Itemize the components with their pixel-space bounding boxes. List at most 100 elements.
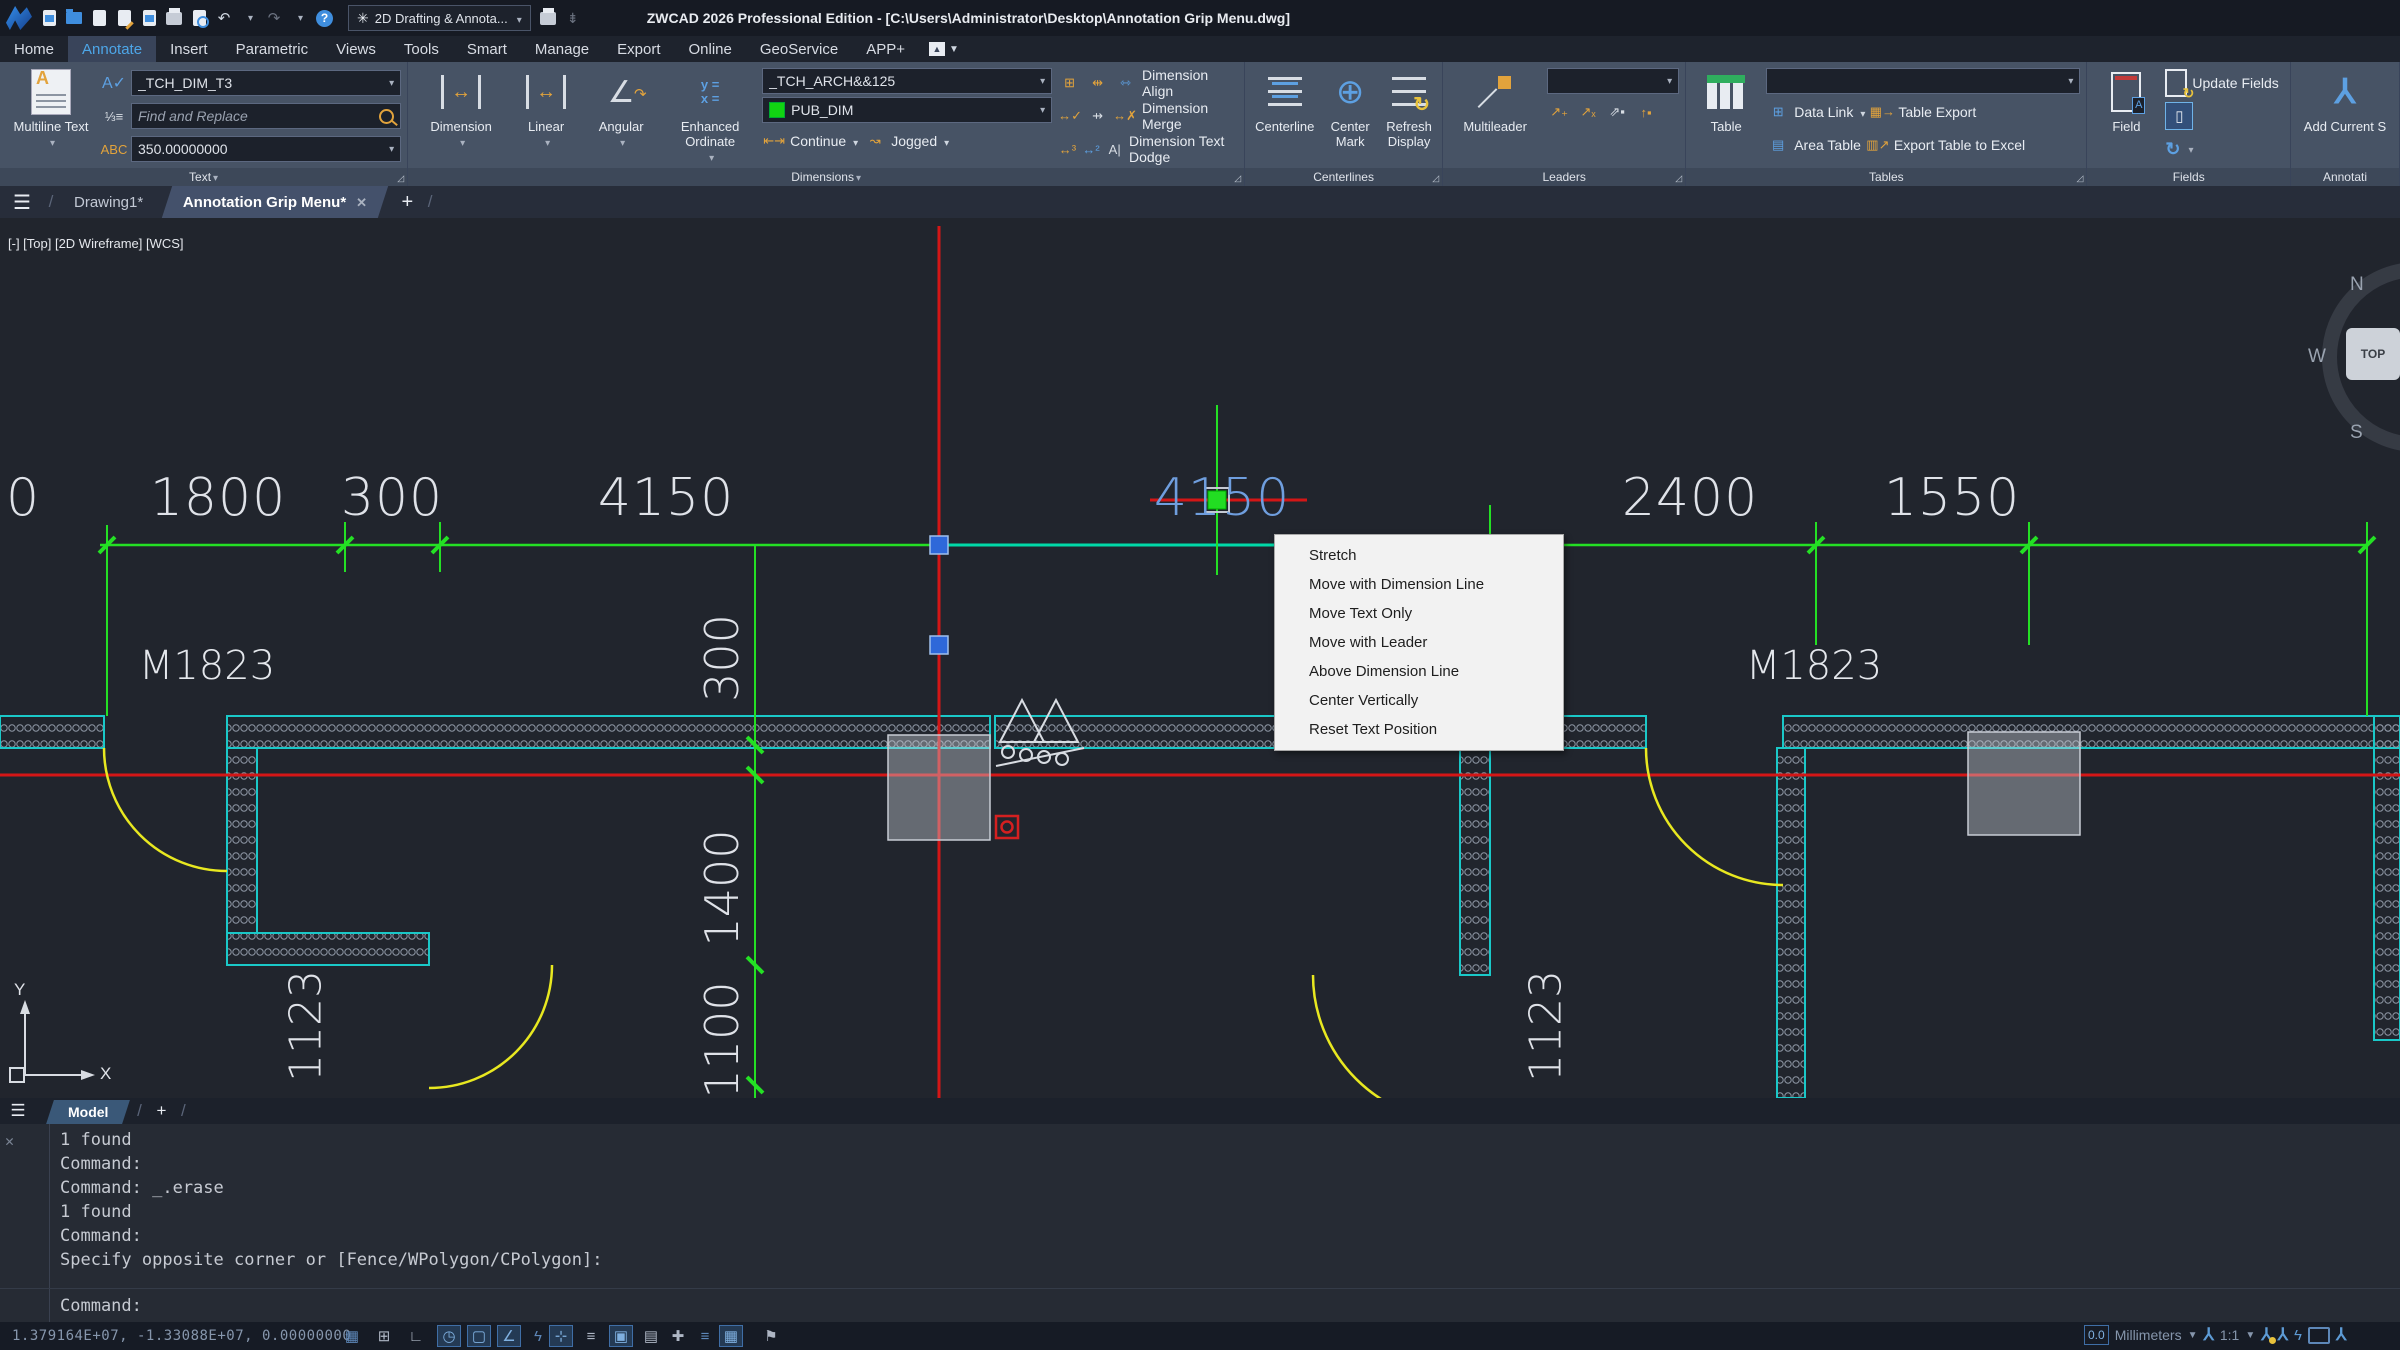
- area-table-button[interactable]: ▤Area Table: [1766, 132, 1861, 158]
- snap-grid-icon[interactable]: ⊞: [372, 1325, 396, 1347]
- workspace-switcher[interactable]: 2D Drafting & Annota...: [348, 5, 531, 31]
- panel-label-fields[interactable]: Fields: [2087, 168, 2290, 186]
- enhanced-ordinate-button[interactable]: y =x = Enhanced Ordinate: [664, 66, 756, 170]
- mleader-style-select[interactable]: [1547, 68, 1679, 94]
- drawing-viewport[interactable]: [-] [Top] [2D Wireframe] [WCS] N W S TOP…: [0, 218, 2400, 1098]
- command-prompt[interactable]: Command:: [60, 1296, 142, 1316]
- add-selected-icon[interactable]: ✚: [666, 1325, 690, 1347]
- data-link-button[interactable]: ⊞Data Link: [1766, 99, 1865, 125]
- undo-icon[interactable]: ↶: [216, 9, 232, 27]
- panel-label-text[interactable]: Text: [0, 168, 407, 186]
- units-label[interactable]: Millimeters: [2115, 1327, 2182, 1343]
- refresh-icon[interactable]: [2165, 139, 2180, 160]
- tab-geoservice[interactable]: GeoService: [746, 36, 852, 62]
- leader-collect-icon[interactable]: ↑▪: [1634, 100, 1658, 124]
- viewcube-top-face[interactable]: TOP: [2346, 328, 2400, 380]
- snap-tracking-icon[interactable]: ϟ: [526, 1325, 550, 1347]
- leader-align-icon[interactable]: ⇗▪: [1605, 100, 1629, 124]
- dim-check-icon[interactable]: ↔✓: [1058, 104, 1082, 128]
- menu-item-move-text-only[interactable]: Move Text Only: [1275, 599, 1563, 628]
- tab-app-plus[interactable]: APP+: [852, 36, 919, 62]
- dialog-launcher-icon[interactable]: [397, 173, 404, 184]
- dialog-launcher-icon[interactable]: [2076, 173, 2083, 184]
- dim-update2-icon[interactable]: ↔²: [1082, 137, 1101, 161]
- file-tabs-menu-icon[interactable]: [0, 186, 44, 218]
- open-file-icon[interactable]: [66, 9, 82, 27]
- dim-layer-select[interactable]: PUB_DIM: [762, 97, 1052, 123]
- linetype-icon[interactable]: ∠: [497, 1325, 521, 1347]
- clean-screen-icon[interactable]: [2308, 1327, 2330, 1344]
- dim-quick-icon[interactable]: ⊞: [1058, 71, 1081, 95]
- save-as-icon[interactable]: [116, 9, 132, 27]
- dimension-merge-button[interactable]: Dimension Merge: [1142, 103, 1238, 129]
- tab-online[interactable]: Online: [675, 36, 746, 62]
- panel-label-centerlines[interactable]: Centerlines: [1245, 168, 1442, 186]
- find-replace-input[interactable]: Find and Replace: [131, 103, 401, 129]
- tab-parametric[interactable]: Parametric: [222, 36, 323, 62]
- grid-display-icon[interactable]: ▦: [340, 1325, 364, 1347]
- object-snap-icon[interactable]: ▢: [467, 1325, 491, 1347]
- qat-customize-icon[interactable]: [540, 9, 556, 27]
- close-icon[interactable]: [357, 194, 368, 210]
- workspace-flag-icon[interactable]: ⚑: [759, 1325, 783, 1347]
- table-button[interactable]: Table: [1692, 66, 1760, 170]
- annotation-scale-value[interactable]: 1:1: [2220, 1327, 2239, 1343]
- panel-label-leaders[interactable]: Leaders: [1443, 168, 1685, 186]
- multiline-text-button[interactable]: Multiline Text: [6, 66, 96, 170]
- transparency-icon[interactable]: ▣: [609, 1325, 633, 1347]
- ortho-icon[interactable]: ∟: [404, 1325, 428, 1347]
- menu-item-move-with-leader[interactable]: Move with Leader: [1275, 628, 1563, 657]
- properties-list-icon[interactable]: ▤: [639, 1325, 663, 1347]
- dimension-button[interactable]: Dimension: [414, 66, 508, 170]
- ribbon-collapse-icon[interactable]: [929, 42, 945, 56]
- tab-insert[interactable]: Insert: [156, 36, 222, 62]
- tab-views[interactable]: Views: [322, 36, 390, 62]
- dimension-text-dodge-button[interactable]: Dimension Text Dodge: [1129, 136, 1238, 162]
- continue-button[interactable]: ⇤⇥Continue: [762, 128, 858, 154]
- qat-more-icon[interactable]: ⇟: [565, 9, 581, 27]
- tab-manage[interactable]: Manage: [521, 36, 603, 62]
- angular-button[interactable]: Angular: [584, 66, 658, 170]
- new-file-icon[interactable]: [41, 9, 57, 27]
- annotation-visibility-icon[interactable]: [2261, 1325, 2271, 1345]
- copy-icon[interactable]: [141, 9, 157, 27]
- menu-item-move-with-dimension-line[interactable]: Move with Dimension Line: [1275, 570, 1563, 599]
- redo-dropdown[interactable]: [291, 9, 307, 27]
- viewport-controls[interactable]: [-] [Top] [2D Wireframe] [WCS]: [8, 236, 184, 251]
- viewcube-north[interactable]: N: [2350, 274, 2364, 296]
- command-close-icon[interactable]: [5, 1132, 14, 1150]
- update-fields-button[interactable]: Update Fields: [2192, 70, 2278, 96]
- center-mark-button[interactable]: Center Mark: [1324, 66, 1376, 170]
- tab-home[interactable]: Home: [0, 36, 68, 62]
- table-export-button[interactable]: ▦→Table Export: [1870, 99, 1976, 125]
- menu-item-reset-text-position[interactable]: Reset Text Position: [1275, 715, 1563, 744]
- lineweight-icon[interactable]: ≡: [579, 1325, 603, 1347]
- lineweight-display-icon[interactable]: ≡: [693, 1325, 717, 1347]
- multileader-button[interactable]: Multileader: [1449, 66, 1541, 170]
- dim-text-icon[interactable]: A|: [1105, 137, 1124, 161]
- dim-spacing-icon[interactable]: ⇹: [1086, 71, 1109, 95]
- dialog-launcher-icon[interactable]: [1675, 173, 1682, 184]
- scale-dropdown-icon[interactable]: [2245, 1330, 2255, 1341]
- dim-break-icon[interactable]: ⇸: [1087, 104, 1108, 128]
- table-style-select[interactable]: [1766, 68, 2080, 94]
- auto-scale-icon[interactable]: [2278, 1325, 2288, 1345]
- dim-merge-icon[interactable]: ↔✗: [1113, 104, 1137, 128]
- tab-smart[interactable]: Smart: [453, 36, 521, 62]
- panel-label-tables[interactable]: Tables: [1686, 168, 2086, 186]
- ribbon-options-icon[interactable]: [949, 44, 959, 55]
- dim-align-icon[interactable]: ⇿: [1114, 71, 1137, 95]
- precision-toggle[interactable]: 0.0: [2084, 1325, 2109, 1345]
- dim-style-select[interactable]: _TCH_ARCH&&125: [762, 68, 1052, 94]
- export-table-excel-button[interactable]: ▥↗Export Table to Excel: [1866, 132, 2025, 158]
- redo-icon[interactable]: ↷: [266, 9, 282, 27]
- search-icon[interactable]: [379, 109, 394, 124]
- annotation-monitor-icon[interactable]: [2336, 1325, 2346, 1345]
- numbered-list-icon[interactable]: ⅓≡: [102, 104, 126, 128]
- panel-label-dimensions[interactable]: Dimensions: [408, 168, 1244, 186]
- update-fields-icon[interactable]: [2165, 69, 2187, 97]
- command-window[interactable]: 1 found Command: Command: _.erase 1 foun…: [0, 1124, 2400, 1322]
- undo-dropdown[interactable]: [241, 9, 257, 27]
- leader-add-icon[interactable]: ↗₊: [1547, 100, 1571, 124]
- annotation-scale-icon[interactable]: [2203, 1325, 2213, 1345]
